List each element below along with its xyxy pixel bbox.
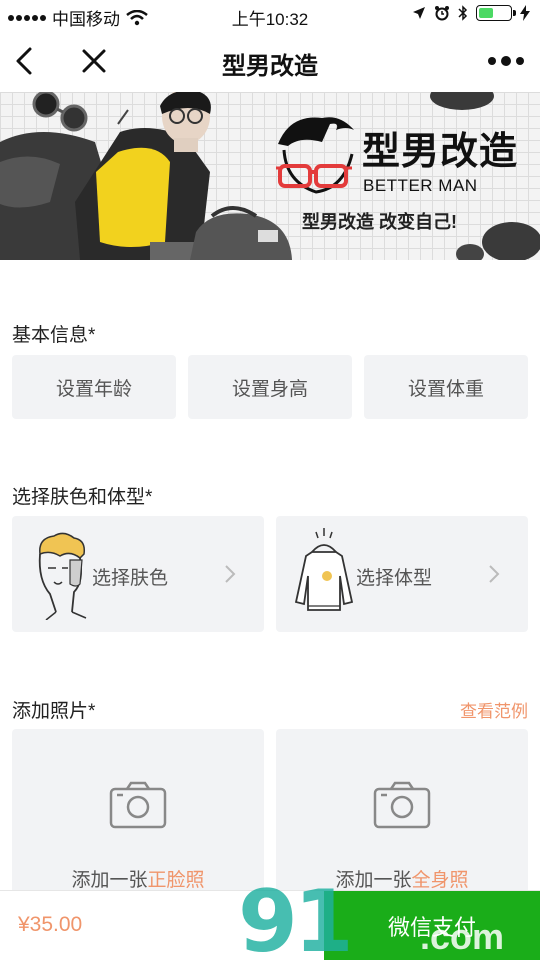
chevron-left-icon: [16, 47, 32, 75]
banner: 型男改造 BETTER MAN 型男改造 改变自己!: [0, 92, 540, 260]
select-skin-button[interactable]: 选择肤色: [12, 516, 264, 632]
front-photo-highlight: 正脸照: [147, 870, 205, 891]
add-photos-title: 添加照片*: [12, 701, 96, 722]
set-weight-button[interactable]: 设置体重: [364, 355, 528, 419]
set-height-button[interactable]: 设置身高: [188, 355, 352, 419]
battery-icon: [476, 5, 516, 21]
more-button[interactable]: [486, 48, 526, 74]
full-body-photo-highlight: 全身照: [411, 870, 469, 891]
status-bar: 中国移动 上午10:32: [0, 0, 540, 30]
skin-body-title: 选择肤色和体型*: [12, 487, 153, 508]
camera-icon: [109, 781, 167, 829]
add-front-photo-label: 添加一张正脸照: [12, 865, 264, 892]
basic-info-title: 基本信息*: [12, 325, 96, 346]
add-front-photo-button[interactable]: 添加一张正脸照: [12, 729, 264, 899]
select-body-type-button[interactable]: 选择体型: [276, 516, 528, 632]
brand-logo: [276, 117, 354, 194]
view-example-link[interactable]: 查看范例: [460, 697, 528, 722]
close-button[interactable]: [76, 43, 112, 79]
alarm-icon: [435, 6, 449, 21]
location-icon: [413, 7, 425, 19]
sunglasses-icon: [32, 92, 129, 132]
watermark-logo: 91: [238, 872, 354, 960]
banner-brand-cn: 型男改造: [362, 131, 519, 173]
camera-icon: [373, 781, 431, 829]
close-icon: [82, 49, 106, 73]
banner-brand-en: BETTER MAN: [363, 176, 478, 195]
watermark-domain: .com: [420, 916, 505, 957]
sweater-icon: [294, 528, 354, 611]
face-icon: [38, 532, 87, 620]
nav-bar: 型男改造: [0, 30, 540, 92]
select-body-type-label: 选择体型: [356, 568, 433, 589]
price-label: ¥35.00: [18, 913, 83, 936]
front-photo-prefix: 添加一张: [71, 870, 148, 891]
back-button[interactable]: [10, 43, 46, 79]
select-skin-label: 选择肤色: [92, 568, 169, 589]
bluetooth-icon: [458, 5, 468, 21]
status-right: [412, 5, 530, 21]
set-age-button[interactable]: 设置年龄: [12, 355, 176, 419]
chevron-right-icon: [489, 565, 500, 583]
battery-fill: [479, 8, 493, 18]
charging-icon: [520, 5, 530, 21]
chevron-right-icon: [225, 565, 236, 583]
banner-slogan: 型男改造 改变自己!: [302, 212, 457, 232]
